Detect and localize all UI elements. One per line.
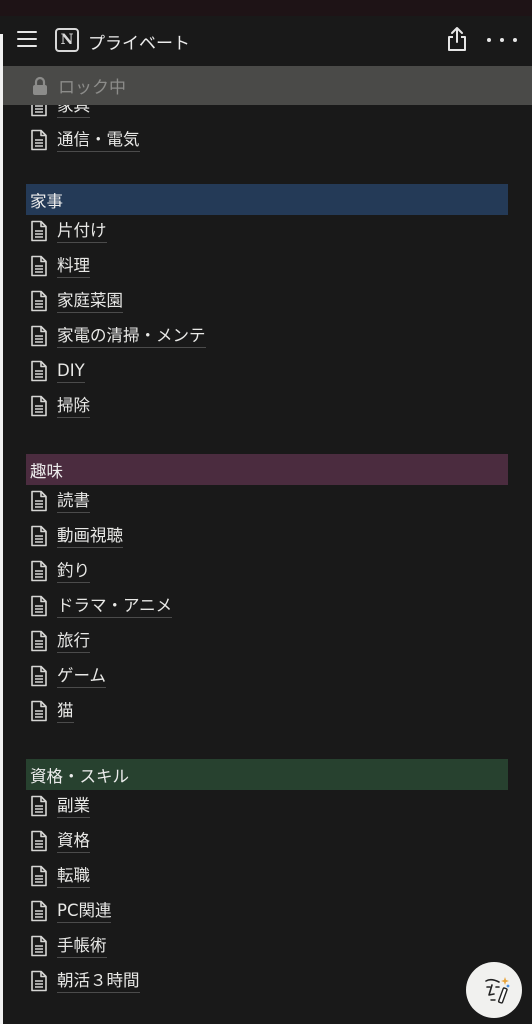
page-link-label: 資格: [57, 830, 90, 853]
page-link-label: ゲーム: [57, 665, 107, 688]
share-icon[interactable]: [446, 26, 468, 52]
list-item[interactable]: 旅行: [30, 624, 90, 658]
page-link-label: 手帳術: [57, 935, 107, 958]
page-link-label: 通信・電気: [57, 129, 140, 152]
page-link-label: 片付け: [57, 220, 107, 243]
app-header: N プライベート: [3, 16, 532, 66]
list-item[interactable]: 資格: [30, 824, 90, 858]
notion-ai-face-icon: [485, 977, 510, 1004]
page-icon: [30, 900, 48, 922]
page-icon: [30, 830, 48, 852]
lock-label: ロック中: [58, 78, 126, 98]
lock-icon: [33, 76, 47, 95]
section-header: 資格・スキル: [26, 759, 508, 790]
page-icon: [30, 865, 48, 887]
list-item[interactable]: 転職: [30, 859, 90, 893]
page-content[interactable]: 家具 通信・電気家事片付け料理家庭菜園家電の清掃・メンテ DIY 掃除趣味読書動画視…: [3, 105, 532, 1024]
list-item[interactable]: 副業: [30, 789, 90, 823]
hamburger-menu-icon[interactable]: [17, 31, 37, 48]
list-item[interactable]: 家庭菜園: [30, 284, 123, 318]
page-link-label: 動画視聴: [57, 525, 123, 548]
page-icon: [30, 970, 48, 992]
page-icon: [30, 490, 48, 512]
list-item[interactable]: 通信・電気: [30, 123, 140, 157]
page-link-label: 家庭菜園: [57, 290, 123, 313]
status-bar: [0, 0, 532, 16]
page-icon: [30, 630, 48, 652]
page-link-label: 朝活３時間: [57, 970, 140, 993]
page-link-label: 掃除: [57, 395, 90, 418]
section-header: 趣味: [26, 454, 508, 485]
page-link-label: 転職: [57, 865, 90, 888]
page-icon: [30, 595, 48, 617]
page-icon: [30, 395, 48, 417]
list-item[interactable]: DIY: [30, 354, 85, 388]
page-link-label: 旅行: [57, 630, 90, 653]
page-icon: [30, 525, 48, 547]
list-item[interactable]: ドラマ・アニメ: [30, 589, 173, 623]
page-icon: [30, 360, 48, 382]
list-item[interactable]: 読書: [30, 484, 90, 518]
list-item[interactable]: 料理: [30, 249, 90, 283]
list-item[interactable]: PC関連: [30, 894, 112, 928]
section-header: 家事: [26, 184, 508, 215]
page-icon: [30, 290, 48, 312]
page-icon: [30, 665, 48, 687]
notion-logo-icon: N: [55, 28, 79, 52]
page-link-label: 猫: [57, 700, 74, 723]
list-item[interactable]: 朝活３時間: [30, 964, 140, 998]
page-link-label: 副業: [57, 795, 90, 818]
page-link-label: 読書: [57, 490, 90, 513]
list-item[interactable]: 家電の清掃・メンテ: [30, 319, 206, 353]
page-link-label: 釣り: [57, 560, 90, 583]
list-item[interactable]: ゲーム: [30, 659, 107, 693]
page-link-label: 料理: [57, 255, 90, 278]
page-icon: [30, 255, 48, 277]
list-item[interactable]: 家具: [30, 105, 90, 123]
more-options-icon[interactable]: [487, 30, 517, 50]
page-icon: [30, 325, 48, 347]
page-icon: [30, 220, 48, 242]
page-icon: [30, 935, 48, 957]
lock-banner[interactable]: ロック中: [3, 66, 532, 105]
page-icon: [30, 129, 48, 151]
page-icon: [30, 560, 48, 582]
page-icon: [30, 105, 48, 117]
list-item[interactable]: 猫: [30, 694, 74, 728]
list-item[interactable]: 掃除: [30, 389, 90, 423]
list-item[interactable]: 動画視聴: [30, 519, 123, 553]
list-item[interactable]: 釣り: [30, 554, 90, 588]
page-link-label: 家具: [57, 105, 90, 118]
list-item[interactable]: 片付け: [30, 214, 107, 248]
page-icon: [30, 795, 48, 817]
page-link-label: ドラマ・アニメ: [57, 595, 173, 618]
page-title[interactable]: プライベート: [88, 29, 190, 54]
list-item[interactable]: 手帳術: [30, 929, 107, 963]
page-link-label: PC関連: [57, 900, 112, 923]
page-link-label: 家電の清掃・メンテ: [57, 325, 206, 348]
page-link-label: DIY: [57, 360, 85, 383]
notion-ai-button[interactable]: [466, 962, 522, 1018]
page-icon: [30, 700, 48, 722]
